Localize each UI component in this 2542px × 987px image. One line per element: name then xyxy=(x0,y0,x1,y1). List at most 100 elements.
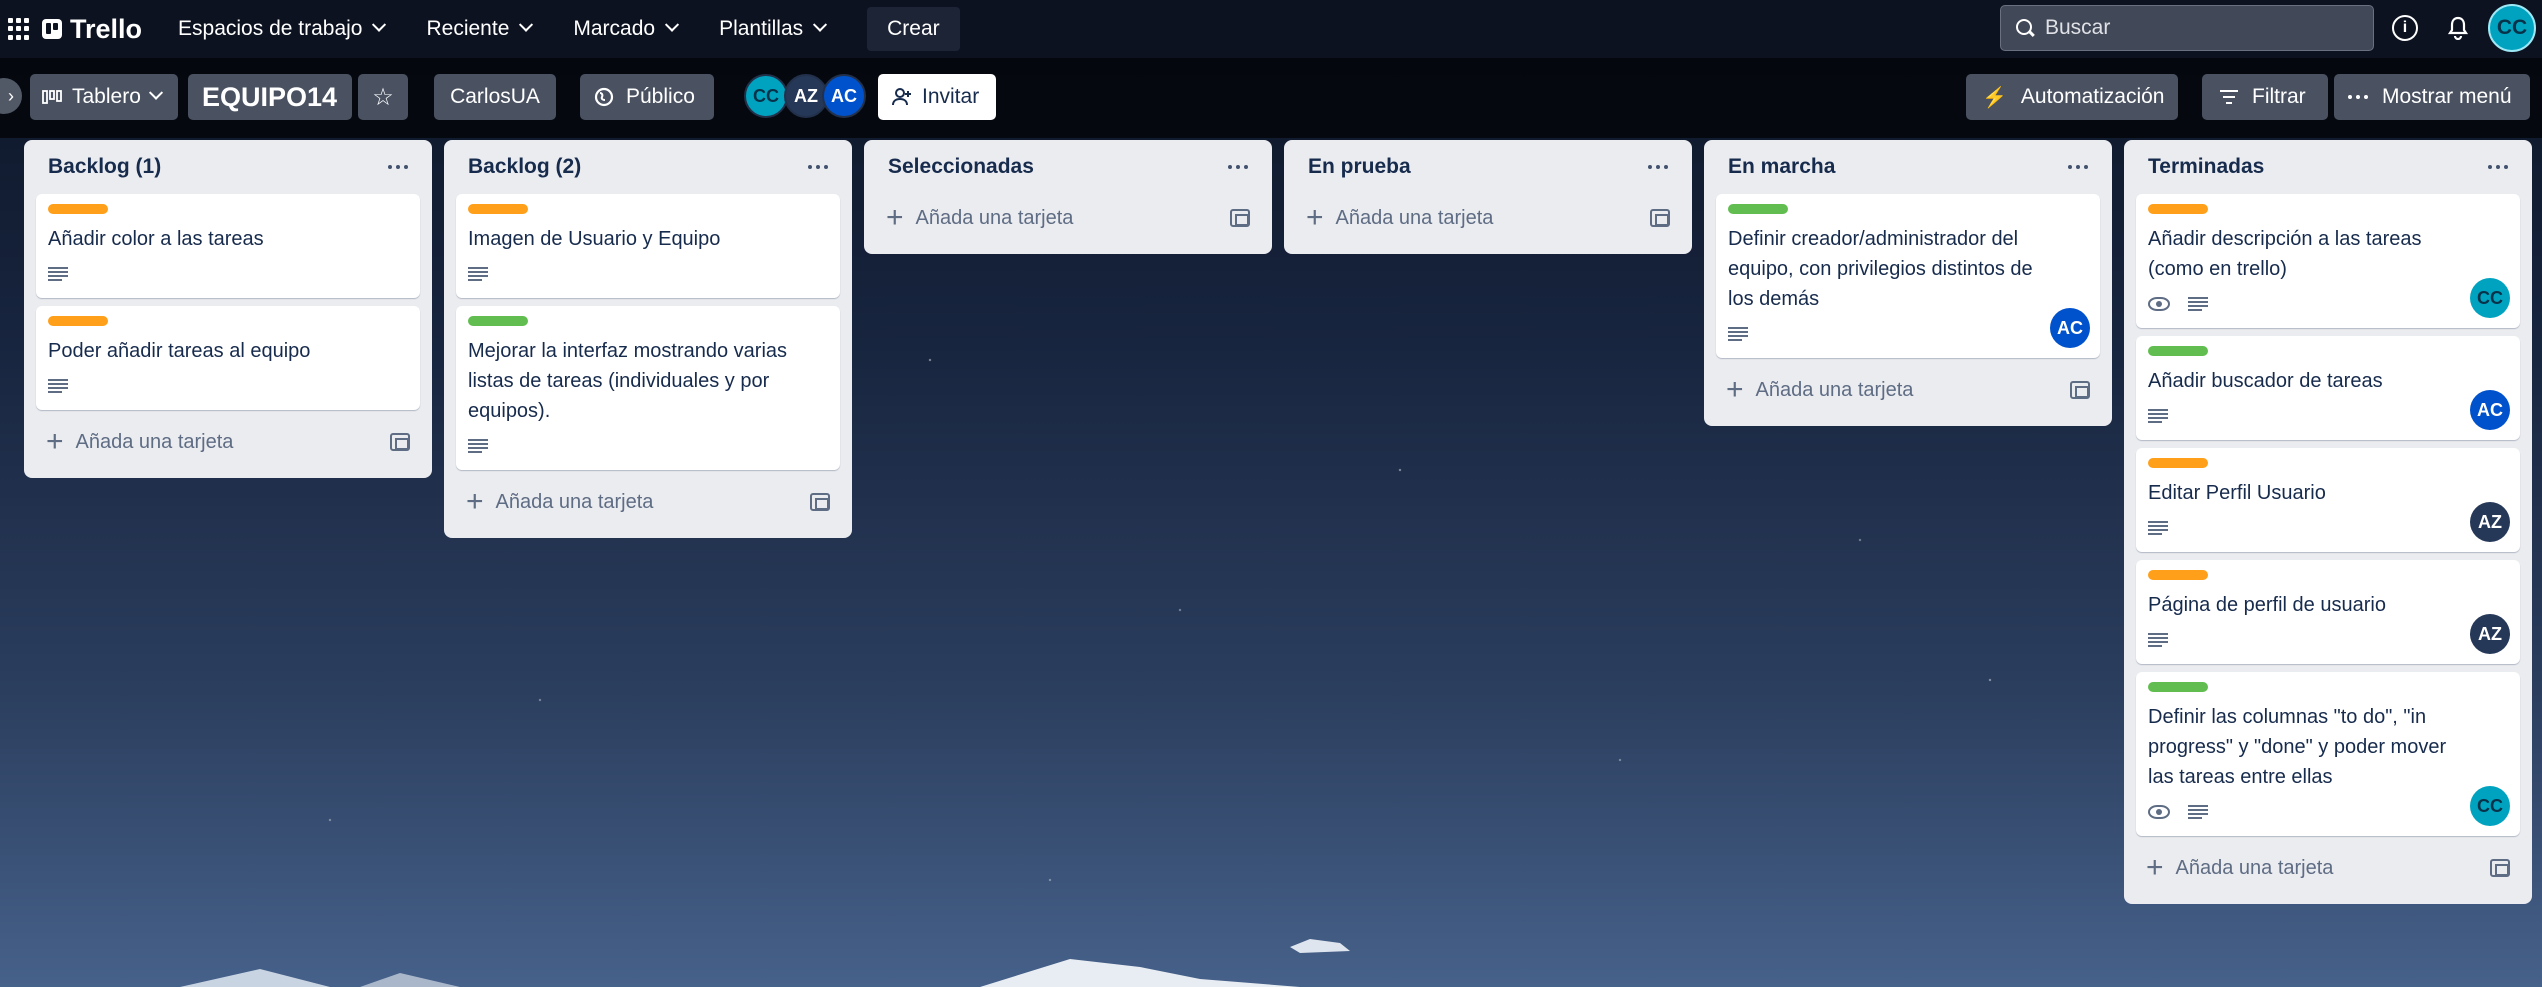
card-title: Página de perfil de usuario xyxy=(2148,594,2386,616)
filter-button[interactable]: Filtrar xyxy=(2202,74,2328,120)
member-avatar-cc[interactable]: CC xyxy=(744,74,788,118)
list-menu-icon[interactable] xyxy=(808,165,828,169)
app-switcher-icon[interactable] xyxy=(8,18,30,40)
user-avatar[interactable]: CC xyxy=(2488,4,2536,52)
board-view-label: Tablero xyxy=(72,85,141,108)
list-header[interactable]: Backlog (2) xyxy=(456,148,840,186)
add-card-label: Añada una tarjeta xyxy=(75,430,234,453)
list-5: Terminadas Añadir descripción a las tarea… xyxy=(2124,140,2532,904)
invite-button[interactable]: Invitar xyxy=(878,74,996,120)
card-label-green[interactable] xyxy=(2148,346,2208,356)
card[interactable]: Imagen de Usuario y Equipo xyxy=(456,194,840,298)
card-title: Imagen de Usuario y Equipo xyxy=(468,228,721,250)
plus-icon: + xyxy=(2146,851,2164,884)
description-icon xyxy=(2148,409,2168,423)
chevron-down-icon xyxy=(665,17,680,32)
card-label-orange[interactable] xyxy=(2148,570,2208,580)
search-input[interactable]: Buscar xyxy=(2000,5,2374,51)
list-title[interactable]: Seleccionadas xyxy=(888,155,1034,179)
add-card-button[interactable]: + Añada una tarjeta xyxy=(1296,196,1680,240)
card-label-orange[interactable] xyxy=(48,316,108,326)
list-menu-icon[interactable] xyxy=(1228,165,1248,169)
card-member-avatar[interactable]: CC xyxy=(2470,786,2510,826)
card-member-avatar[interactable]: CC xyxy=(2470,278,2510,318)
card[interactable]: Mejorar la interfaz mostrando varias lis… xyxy=(456,306,840,470)
create-button[interactable]: Crear xyxy=(867,7,960,51)
list-menu-icon[interactable] xyxy=(2068,165,2088,169)
card-title: Añadir descripción a las tareas (como en… xyxy=(2148,228,2422,280)
nav-starred[interactable]: Marcado xyxy=(567,9,683,49)
card-member-avatar[interactable]: AZ xyxy=(2470,502,2510,542)
card[interactable]: Poder añadir tareas al equipo xyxy=(36,306,420,410)
list-title[interactable]: Terminadas xyxy=(2148,155,2264,179)
add-card-button[interactable]: + Añada una tarjeta xyxy=(2136,846,2520,890)
card-member-avatar[interactable]: AC xyxy=(2470,390,2510,430)
list-header[interactable]: En marcha xyxy=(1716,148,2100,186)
card-template-icon[interactable] xyxy=(1650,209,1670,227)
trello-logo[interactable]: Trello xyxy=(42,14,142,45)
card-label-green[interactable] xyxy=(2148,682,2208,692)
card-label-green[interactable] xyxy=(468,316,528,326)
card-template-icon[interactable] xyxy=(1230,209,1250,227)
card-label-orange[interactable] xyxy=(48,204,108,214)
filter-icon xyxy=(2220,90,2238,104)
card-badges xyxy=(48,262,408,286)
notifications-bell-icon[interactable] xyxy=(2444,14,2472,42)
add-card-button[interactable]: + Añada una tarjeta xyxy=(1716,368,2100,412)
card[interactable]: Definir las columnas "to do", "in progre… xyxy=(2136,672,2520,836)
card-template-icon[interactable] xyxy=(810,493,830,511)
list-menu-icon[interactable] xyxy=(2488,165,2508,169)
list-menu-icon[interactable] xyxy=(388,165,408,169)
card-title: Añadir buscador de tareas xyxy=(2148,370,2383,392)
card-label-orange[interactable] xyxy=(2148,458,2208,468)
description-icon xyxy=(468,439,488,453)
nav-recent[interactable]: Reciente xyxy=(420,9,537,49)
card-member-avatar[interactable]: AC xyxy=(2050,308,2090,348)
automation-button[interactable]: ⚡ Automatización xyxy=(1966,74,2178,120)
list-header[interactable]: Backlog (1) xyxy=(36,148,420,186)
board-title[interactable]: EQUIPO14 xyxy=(188,74,352,120)
card-label-green[interactable] xyxy=(1728,204,1788,214)
add-card-button[interactable]: + Añada una tarjeta xyxy=(456,480,840,524)
card[interactable]: Añadir color a las tareas xyxy=(36,194,420,298)
list-title[interactable]: Backlog (2) xyxy=(468,155,581,179)
card-label-orange[interactable] xyxy=(2148,204,2208,214)
description-icon xyxy=(2148,521,2168,535)
list-4: En marcha Definir creador/administrador d… xyxy=(1704,140,2112,426)
add-card-label: Añada una tarjeta xyxy=(1755,378,1914,401)
list-1: Backlog (2) Imagen de Usuario y Equipo Mej… xyxy=(444,140,852,538)
board-view-switcher[interactable]: Tablero xyxy=(30,74,178,120)
card-template-icon[interactable] xyxy=(390,433,410,451)
list-title[interactable]: Backlog (1) xyxy=(48,155,161,179)
list-0: Backlog (1) Añadir color a las tareas Pode… xyxy=(24,140,432,478)
star-icon[interactable]: ☆ xyxy=(358,74,408,120)
visibility-button[interactable]: Público xyxy=(580,74,714,120)
card[interactable]: Página de perfil de usuario AZ xyxy=(2136,560,2520,664)
workspace-button[interactable]: CarlosUA xyxy=(434,74,556,120)
member-avatar-ac[interactable]: AC xyxy=(822,74,866,118)
card[interactable]: Añadir buscador de tareas AC xyxy=(2136,336,2520,440)
card[interactable]: Añadir descripción a las tareas (como en… xyxy=(2136,194,2520,328)
card[interactable]: Definir creador/administrador del equipo… xyxy=(1716,194,2100,358)
nav-templates[interactable]: Plantillas xyxy=(713,9,831,49)
card-label-orange[interactable] xyxy=(468,204,528,214)
add-card-button[interactable]: + Añada una tarjeta xyxy=(876,196,1260,240)
show-menu-button[interactable]: Mostrar menú xyxy=(2334,74,2530,120)
list-title[interactable]: En marcha xyxy=(1728,155,1835,179)
nav-workspaces[interactable]: Espacios de trabajo xyxy=(172,9,390,49)
list-header[interactable]: Seleccionadas xyxy=(876,148,1260,186)
list-title[interactable]: En prueba xyxy=(1308,155,1411,179)
card[interactable]: Editar Perfil Usuario AZ xyxy=(2136,448,2520,552)
list-header[interactable]: En prueba xyxy=(1296,148,1680,186)
card-template-icon[interactable] xyxy=(2070,381,2090,399)
search-icon xyxy=(2015,18,2035,38)
list-header[interactable]: Terminadas xyxy=(2136,148,2520,186)
list-menu-icon[interactable] xyxy=(1648,165,1668,169)
card-member-avatar[interactable]: AZ xyxy=(2470,614,2510,654)
card-badges xyxy=(2148,404,2508,428)
info-icon[interactable]: i xyxy=(2392,15,2418,41)
card-template-icon[interactable] xyxy=(2490,859,2510,877)
add-card-left: + Añada una tarjeta xyxy=(1726,375,1914,405)
add-card-button[interactable]: + Añada una tarjeta xyxy=(36,420,420,464)
chevron-down-icon xyxy=(148,85,163,100)
